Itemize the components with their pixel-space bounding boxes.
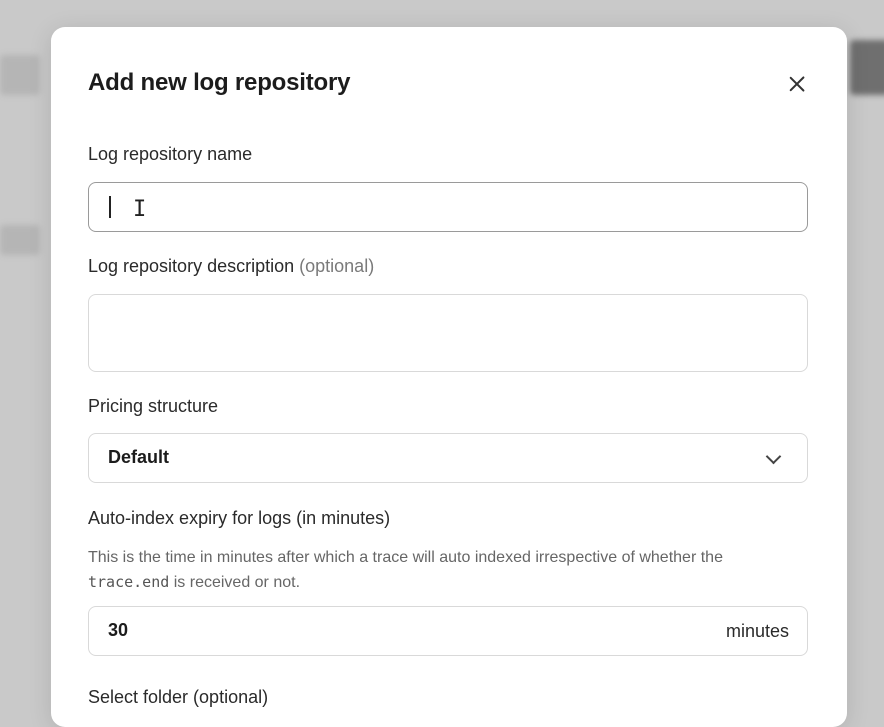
expiry-help-text: This is the time in minutes after which …: [88, 546, 808, 595]
optional-tag: (optional): [299, 256, 375, 276]
help-text-before: This is the time in minutes after which …: [88, 549, 723, 566]
ibeam-cursor-icon: I: [133, 197, 147, 222]
background-bar: [0, 225, 40, 255]
close-icon[interactable]: [784, 71, 810, 97]
expiry-label: Auto-index expiry for logs (in minutes): [88, 508, 391, 528]
add-log-repository-dialog: Add new log repository Log repository na…: [51, 27, 847, 727]
repository-name-input[interactable]: I: [88, 182, 808, 232]
description-label-text: Log repository description: [88, 256, 295, 276]
name-label: Log repository name: [88, 144, 253, 164]
expiry-unit: minutes: [725, 621, 789, 641]
chevron-down-icon: [765, 448, 782, 465]
expiry-minutes-input[interactable]: 30 minutes: [88, 606, 808, 656]
description-label: Log repository description (optional): [88, 256, 374, 277]
help-text-after: is received or not.: [173, 574, 301, 591]
repository-description-textarea[interactable]: [88, 294, 808, 372]
pricing-selected-value: Default: [108, 447, 170, 467]
pricing-label: Pricing structure: [88, 396, 219, 416]
background-bar: [850, 40, 884, 95]
background-bar: [0, 55, 40, 95]
pricing-structure-select[interactable]: Default: [88, 433, 808, 483]
text-caret: [109, 196, 111, 218]
dialog-title: Add new log repository: [88, 69, 351, 96]
help-code: trace.end: [88, 573, 170, 591]
expiry-value: 30: [108, 620, 129, 640]
